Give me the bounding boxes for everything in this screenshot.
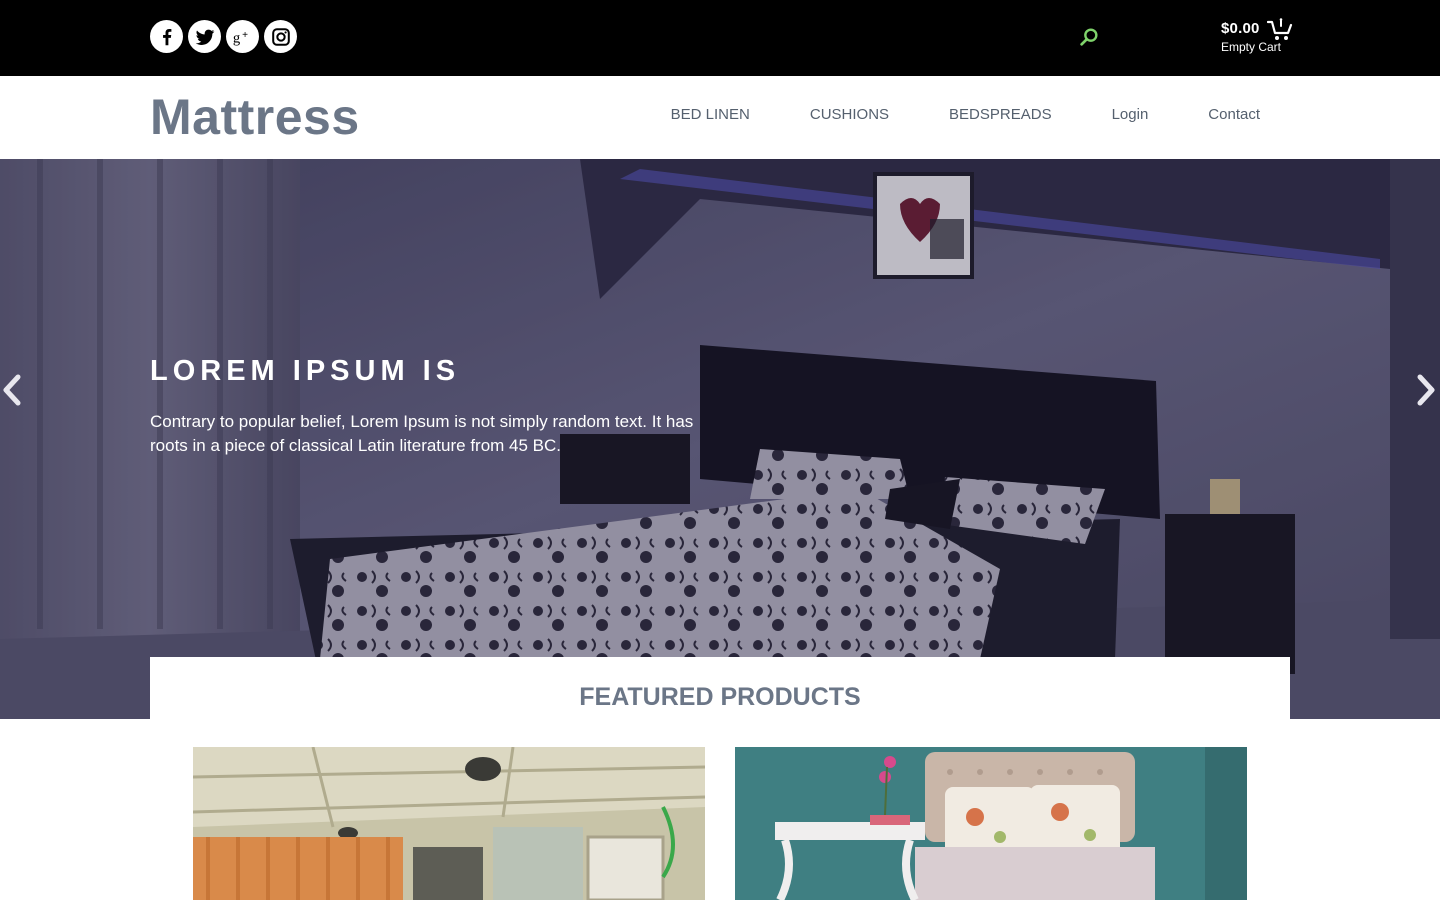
svg-text:g: g [232, 30, 240, 46]
twitter-icon[interactable] [188, 20, 221, 53]
facebook-icon[interactable] [150, 20, 183, 53]
product-card-sunroom[interactable] [193, 747, 705, 900]
chevron-left-icon[interactable] [0, 373, 24, 407]
hero-text: Contrary to popular belief, Lorem Ipsum … [150, 412, 694, 455]
cart-status: Empty Cart [1221, 40, 1282, 54]
search-icon[interactable] [1078, 26, 1100, 48]
nav-bed-linen[interactable]: BED LINEN [671, 106, 750, 123]
site-logo[interactable]: Mattress [150, 88, 360, 146]
site-header: Mattress BED LINEN CUSHIONS BEDSPREADS L… [0, 76, 1440, 160]
product-image [735, 747, 1247, 900]
hero-title: LOREM IPSUM IS [150, 355, 461, 387]
svg-text:+: + [242, 29, 248, 40]
social-links: g + [150, 20, 297, 53]
featured-header: FEATURED PRODUCTS [150, 657, 1290, 719]
nav-contact[interactable]: Contact [1208, 106, 1260, 123]
nav-login[interactable]: Login [1112, 106, 1149, 123]
product-image [193, 747, 705, 900]
google-plus-icon[interactable]: g + [226, 20, 259, 53]
cart-icon[interactable] [1267, 18, 1293, 42]
hero-slider: LOREM IPSUM IS Contrary to popular belie… [0, 159, 1440, 719]
product-card-teal-bedroom[interactable] [735, 747, 1247, 900]
top-bar: g + $0.00 Empty Cart [0, 0, 1440, 76]
nav-bedspreads[interactable]: BEDSPREADS [949, 106, 1052, 123]
featured-title: FEATURED PRODUCTS [579, 683, 861, 711]
chevron-right-icon[interactable] [1414, 373, 1438, 407]
instagram-icon[interactable] [264, 20, 297, 53]
nav-cushions[interactable]: CUSHIONS [810, 106, 889, 123]
main-nav: BED LINEN CUSHIONS BEDSPREADS Login Cont… [671, 106, 1260, 123]
